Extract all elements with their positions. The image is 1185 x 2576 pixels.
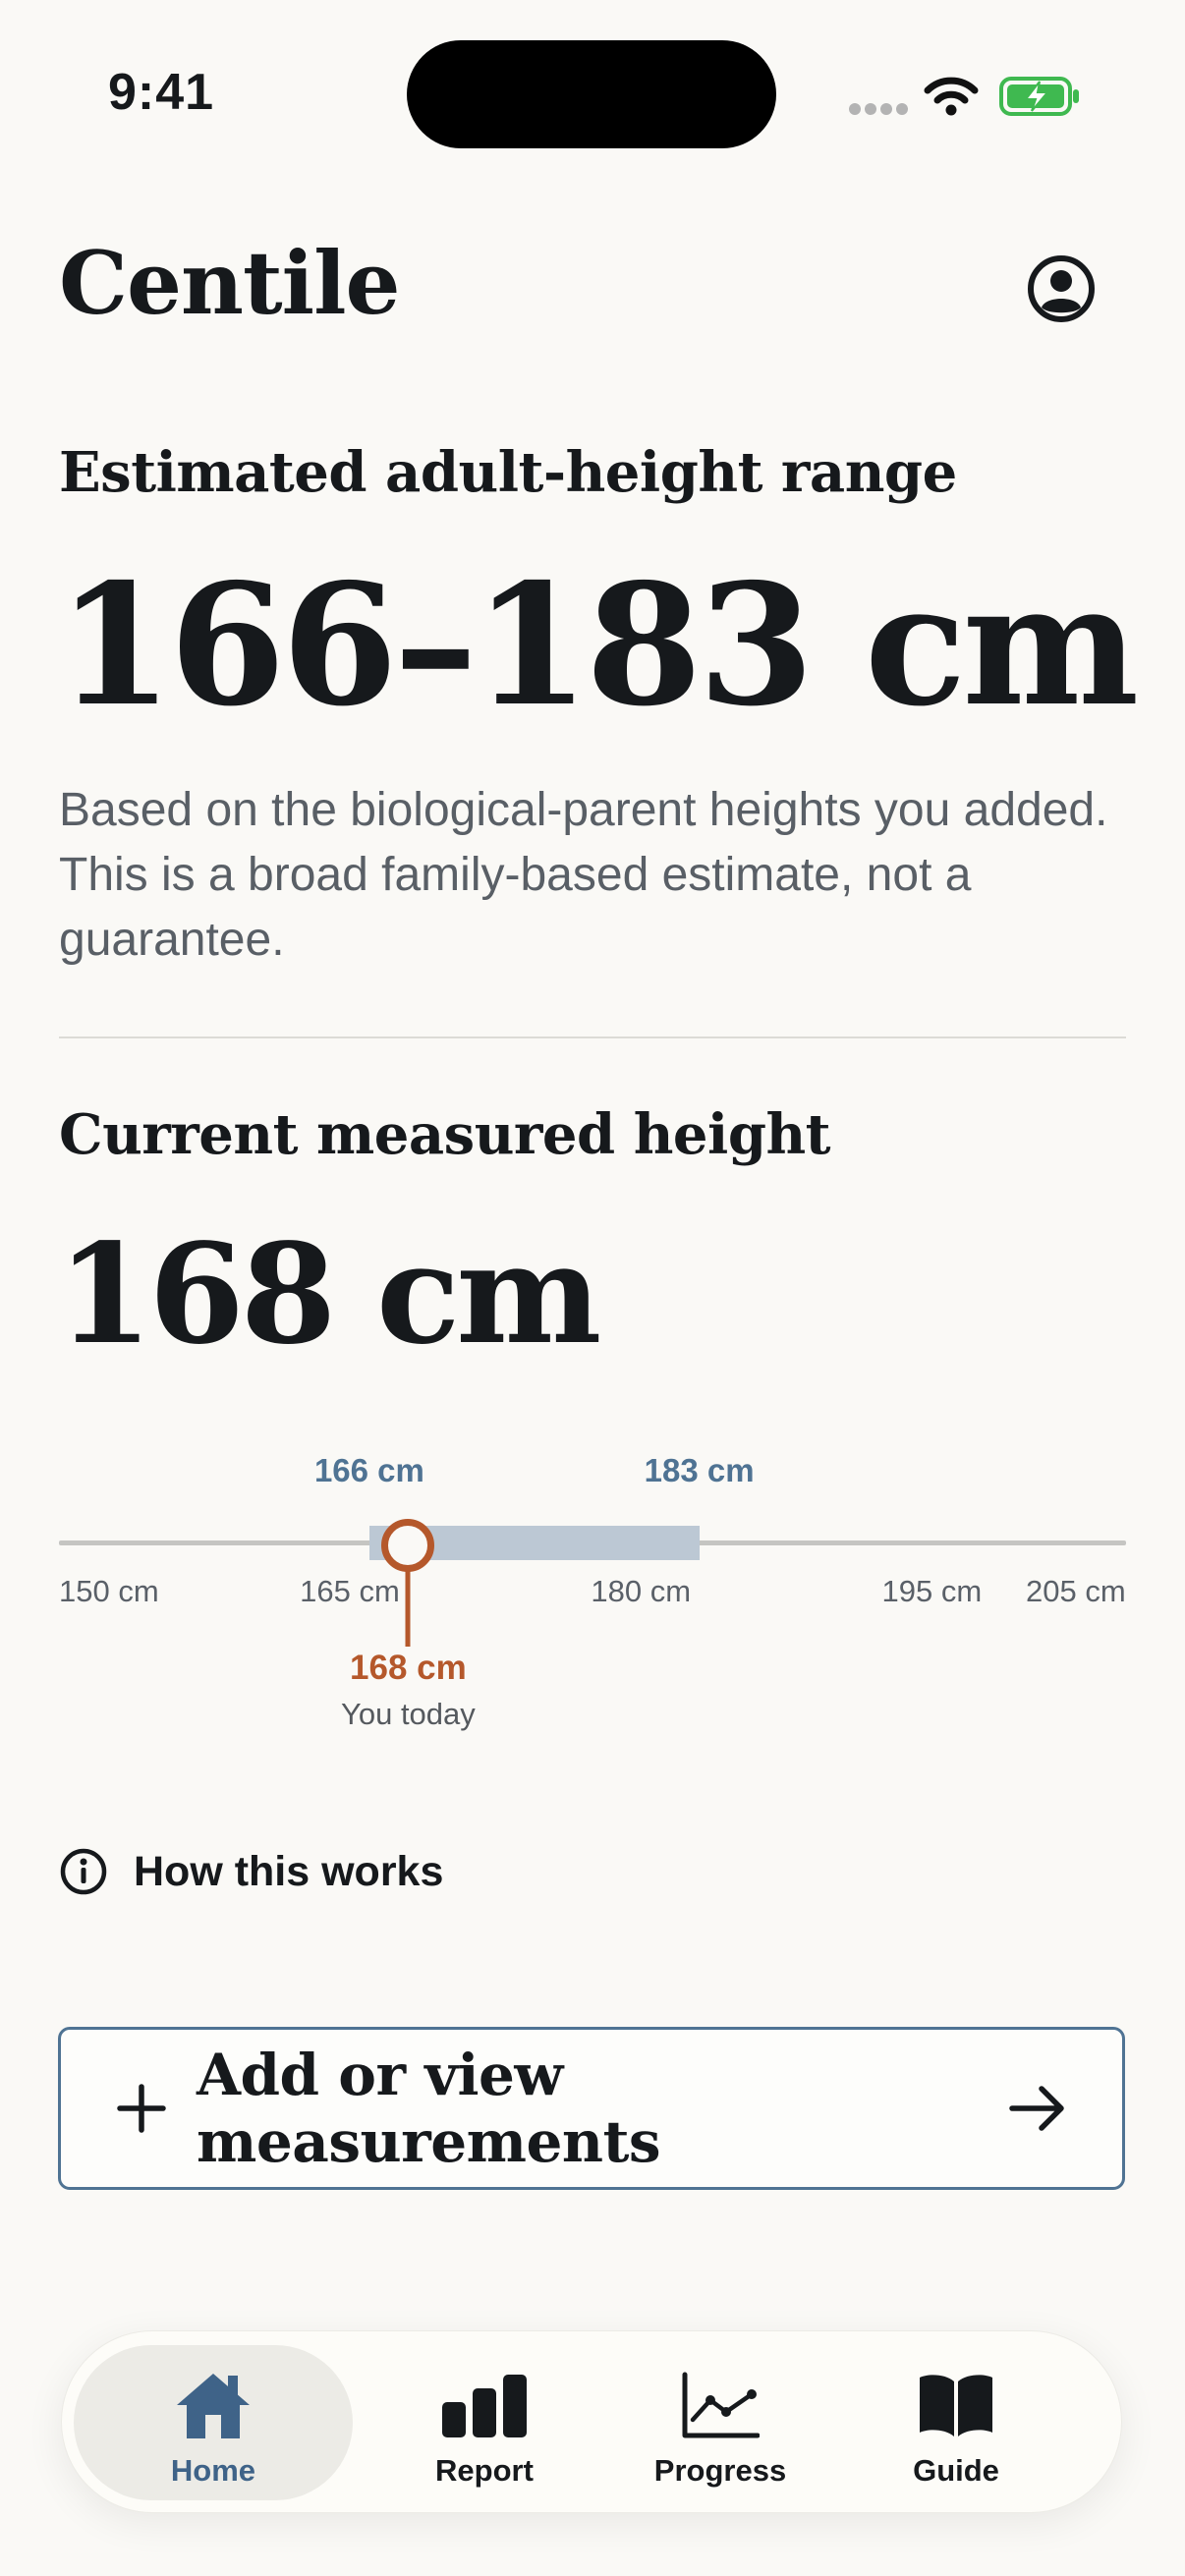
- plus-icon: [117, 2084, 166, 2133]
- tab-bar: Home Report Progress Guide: [61, 2330, 1122, 2513]
- current-marker: [381, 1519, 435, 1572]
- tab-report[interactable]: Report: [386, 2345, 583, 2500]
- app-title: Centile: [59, 232, 401, 334]
- bar-chart-icon: [442, 2375, 527, 2437]
- range-low-label: 166 cm: [313, 1452, 424, 1488]
- tab-home-label: Home: [170, 2453, 256, 2488]
- tick-label: 150 cm: [59, 1574, 159, 1608]
- current-marker-label: 168 cm: [350, 1649, 467, 1687]
- tick-label: 195 cm: [881, 1574, 983, 1608]
- range-description: Based on the biological-parent heights y…: [59, 784, 1108, 966]
- house-icon: [177, 2374, 250, 2438]
- add-measurements-label: Add or view measurements: [197, 2042, 661, 2175]
- range-heading: Estimated adult-height range: [59, 440, 957, 505]
- tick-label: 180 cm: [591, 1574, 692, 1608]
- tab-guide[interactable]: Guide: [858, 2345, 1054, 2500]
- tick-label: 205 cm: [1026, 1574, 1126, 1608]
- tab-progress[interactable]: Progress: [612, 2345, 828, 2500]
- range-value: 166–183 cm: [57, 547, 1139, 744]
- tick-label: 165 cm: [300, 1574, 400, 1608]
- current-value: 168 cm: [57, 1214, 601, 1375]
- range-high-label: 183 cm: [644, 1452, 755, 1488]
- current-heading: Current measured height: [59, 1102, 831, 1167]
- info-circle-icon: [60, 1848, 107, 1895]
- divider: [59, 1036, 1126, 1038]
- line-chart-icon: [682, 2372, 760, 2438]
- add-measurements-button[interactable]: Add or view measurements: [58, 2027, 1125, 2190]
- tab-guide-label: Guide: [913, 2453, 999, 2488]
- dynamic-island: [407, 40, 776, 148]
- how-this-works-label: How this works: [134, 1847, 444, 1895]
- person-circle-icon[interactable]: [1026, 253, 1097, 324]
- wifi-icon: [924, 77, 979, 116]
- tab-report-label: Report: [435, 2453, 534, 2488]
- cellular-signal-icon: [849, 102, 912, 120]
- arrow-right-icon: [1009, 2086, 1064, 2131]
- book-icon: [920, 2375, 992, 2436]
- current-marker-caption: You today: [341, 1697, 476, 1731]
- current-marker-stem: [405, 1562, 411, 1647]
- status-time: 9:41: [108, 64, 215, 121]
- battery-charging-icon: [999, 77, 1079, 116]
- tab-progress-label: Progress: [653, 2453, 787, 2488]
- tab-home[interactable]: Home: [74, 2345, 353, 2500]
- how-this-works-link[interactable]: How this works: [59, 1847, 443, 1896]
